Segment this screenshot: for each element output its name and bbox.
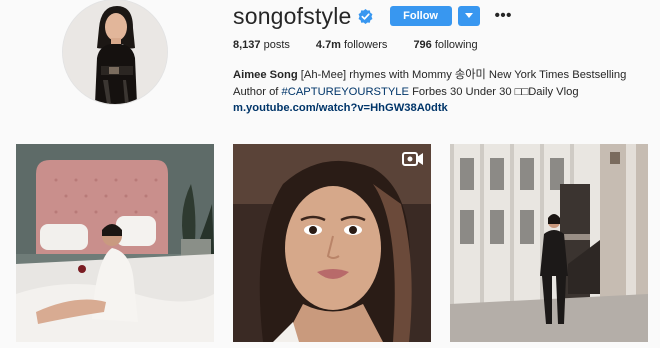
full-name: Aimee Song xyxy=(233,69,298,81)
bio-line-1: Aimee Song [Ah-Mee] rhymes with Mommy 소… xyxy=(233,67,653,84)
bio-text-2-rest: Forbes 30 Under 30 □□Daily Vlog xyxy=(408,85,579,98)
followers-label: followers xyxy=(344,39,388,51)
bio-hashtag[interactable]: #CAPTUREYOURSTYLE xyxy=(282,86,409,98)
suggestions-dropdown-button[interactable] xyxy=(457,6,480,26)
verified-badge-icon xyxy=(358,8,373,24)
chevron-down-icon xyxy=(464,13,473,18)
more-options-button[interactable]: ••• xyxy=(495,8,512,23)
profile-bio: Aimee Song [Ah-Mee] rhymes with Mommy 소… xyxy=(233,67,653,117)
profile-stats: 8,137 posts 4.7m followers 796 following xyxy=(233,39,504,51)
post-thumbnail-1[interactable] xyxy=(16,144,214,342)
bio-text-1: [Ah-Mee] rhymes with Mommy 송아미 New Y… xyxy=(297,69,627,81)
posts-label: posts xyxy=(263,39,290,51)
profile-avatar[interactable] xyxy=(63,0,167,104)
bio-text-2-prefix: Author of xyxy=(233,85,282,98)
post-thumbnail-2[interactable] xyxy=(233,144,431,342)
bio-website-link[interactable]: m.youtube.com/watch?v=HhGW38A0dtk xyxy=(233,102,448,114)
stat-posts: 8,137 posts xyxy=(233,39,290,51)
username: songofstyle xyxy=(233,3,352,29)
posts-count: 8,137 xyxy=(233,39,261,51)
video-camera-icon xyxy=(402,152,423,166)
following-count: 796 xyxy=(413,39,432,51)
title-row: songofstyle Follow ••• xyxy=(233,4,512,28)
bio-line-2: Author of #CAPTUREYOURSTYLE Forbes 30 Un… xyxy=(233,84,653,101)
followers-count: 4.7m xyxy=(315,39,341,51)
stat-following[interactable]: 796 following xyxy=(413,39,477,51)
bio-line-3: m.youtube.com/watch?v=HhGW38A0dtk xyxy=(233,100,653,117)
following-label: following xyxy=(434,39,478,51)
post-thumbnail-3[interactable] xyxy=(450,144,648,342)
stat-followers[interactable]: 4.7m followers xyxy=(316,39,388,51)
follow-button[interactable]: Follow xyxy=(389,6,452,26)
